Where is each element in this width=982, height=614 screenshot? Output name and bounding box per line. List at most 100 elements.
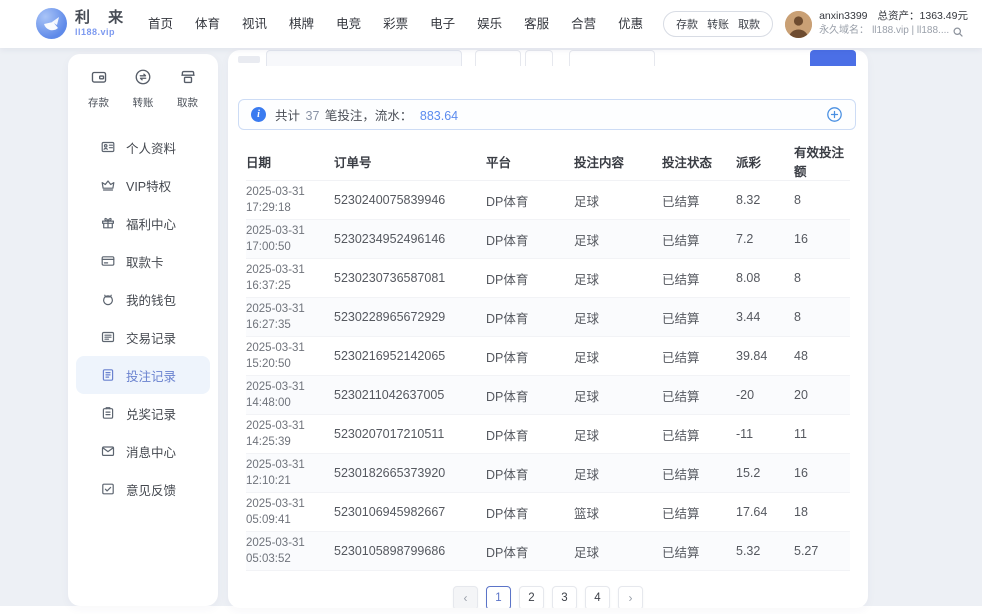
sidebar-item-意见反馈[interactable]: 意见反馈	[76, 470, 210, 508]
nav-item-合营[interactable]: 合营	[560, 0, 607, 48]
cell-valid: 11	[794, 415, 850, 454]
main-nav-menu: 首页体育视讯棋牌电竞彩票电子娱乐客服合营优惠APP	[137, 0, 701, 48]
nav-item-客服[interactable]: 客服	[513, 0, 560, 48]
username: anxin3399	[819, 10, 867, 22]
cell-order: 5230105898799686	[334, 532, 486, 571]
search-button[interactable]	[810, 50, 856, 66]
deposit-icon	[90, 68, 108, 91]
table-row: 2025-03-3116:27:35 5230228965672929 DP体育…	[246, 298, 850, 337]
cell-order: 5230230736587081	[334, 259, 486, 298]
cell-status: 已结算	[662, 181, 736, 220]
quick-action-取款[interactable]: 取款	[738, 16, 760, 32]
page-button-4[interactable]: 4	[585, 586, 610, 608]
date-range-input[interactable]	[266, 50, 462, 66]
user-box[interactable]: anxin3399总资产：1363.49元 永久域名：ll188.vip | l…	[785, 9, 968, 39]
shortcut-转账[interactable]: 转账	[133, 68, 154, 110]
cell-valid: 5.27	[794, 532, 850, 571]
table-row: 2025-03-3114:48:00 5230211042637005 DP体育…	[246, 376, 850, 415]
page-button-2[interactable]: 2	[519, 586, 544, 608]
filter-preset-button-3[interactable]	[569, 50, 655, 66]
page-button-1[interactable]: 1	[486, 586, 511, 608]
page-button-3[interactable]: 3	[552, 586, 577, 608]
sidebar-item-消息中心[interactable]: 消息中心	[76, 432, 210, 470]
logo-icon	[36, 8, 67, 39]
cell-content: 篮球	[574, 493, 662, 532]
logo-domain: ll188.vip	[75, 28, 130, 37]
next-page-button[interactable]: ›	[618, 586, 643, 608]
cell-platform: DP体育	[486, 454, 574, 493]
cell-valid: 20	[794, 376, 850, 415]
shortcut-取款[interactable]: 取款	[177, 68, 198, 110]
bet-records-icon	[100, 367, 116, 383]
bet-records-panel: i 共计 37 笔投注，流水： 883.64 日期订单号平台投注内容投注状态派彩…	[228, 50, 868, 608]
summary-text: 共计 37 笔投注，流水： 883.64	[275, 105, 458, 124]
nav-item-优惠[interactable]: 优惠	[607, 0, 654, 48]
nav-item-体育[interactable]: 体育	[184, 0, 231, 48]
assets-label: 总资产：	[878, 10, 920, 22]
wallet-icon	[100, 291, 116, 307]
cell-date: 2025-03-3116:37:25	[246, 259, 334, 298]
cell-status: 已结算	[662, 220, 736, 259]
nav-item-电竞[interactable]: 电竞	[325, 0, 372, 48]
bet-count: 37	[304, 109, 322, 123]
sidebar-shortcuts: 存款 转账 取款	[68, 68, 218, 110]
sidebar-item-个人资料[interactable]: 个人资料	[76, 128, 210, 166]
cell-content: 足球	[574, 181, 662, 220]
table-row: 2025-03-3105:09:41 5230106945982667 DP体育…	[246, 493, 850, 532]
filter-preset-button-2[interactable]	[525, 50, 553, 66]
avatar[interactable]	[785, 11, 812, 38]
sidebar-item-投注记录[interactable]: 投注记录	[76, 356, 210, 394]
nav-item-视讯[interactable]: 视讯	[231, 0, 278, 48]
profile-icon	[100, 139, 116, 155]
cell-payout: -20	[736, 376, 794, 415]
nav-item-彩票[interactable]: 彩票	[372, 0, 419, 48]
column-header-订单号: 订单号	[334, 142, 486, 181]
top-navbar: 利 来 ll188.vip 首页体育视讯棋牌电竞彩票电子娱乐客服合营优惠APP …	[0, 0, 982, 48]
nav-item-棋牌[interactable]: 棋牌	[278, 0, 325, 48]
cell-date: 2025-03-3117:00:50	[246, 220, 334, 259]
table-row: 2025-03-3112:10:21 5230182665373920 DP体育…	[246, 454, 850, 493]
quick-action-转账[interactable]: 转账	[707, 16, 729, 32]
sidebar-item-福利中心[interactable]: 福利中心	[76, 204, 210, 242]
quick-action-存款[interactable]: 存款	[676, 16, 698, 32]
cell-content: 足球	[574, 337, 662, 376]
cell-order: 5230211042637005	[334, 376, 486, 415]
cell-order: 5230240075839946	[334, 181, 486, 220]
cell-payout: 3.44	[736, 298, 794, 337]
pagination: ‹ 1234 ›	[228, 586, 868, 608]
table-row: 2025-03-3114:25:39 5230207017210511 DP体育…	[246, 415, 850, 454]
cell-date: 2025-03-3105:03:52	[246, 532, 334, 571]
prev-page-button[interactable]: ‹	[453, 586, 478, 608]
cell-status: 已结算	[662, 298, 736, 337]
filter-label-fragment	[238, 56, 260, 63]
cell-valid: 18	[794, 493, 850, 532]
message-icon	[100, 443, 116, 459]
perm-domain-value: ll188.vip | ll188....	[872, 24, 949, 39]
turnover-value: 883.64	[416, 109, 458, 123]
nav-item-电子[interactable]: 电子	[419, 0, 466, 48]
cell-date: 2025-03-3116:27:35	[246, 298, 334, 337]
nav-item-首页[interactable]: 首页	[137, 0, 184, 48]
sidebar-item-交易记录[interactable]: 交易记录	[76, 318, 210, 356]
sidebar-item-兑奖记录[interactable]: 兑奖记录	[76, 394, 210, 432]
nav-item-娱乐[interactable]: 娱乐	[466, 0, 513, 48]
sidebar-item-我的钱包[interactable]: 我的钱包	[76, 280, 210, 318]
sidebar-item-VIP特权[interactable]: VIP特权	[76, 166, 210, 204]
cell-status: 已结算	[662, 376, 736, 415]
cell-payout: 7.2	[736, 220, 794, 259]
shortcut-存款[interactable]: 存款	[88, 68, 109, 110]
cell-date: 2025-03-3117:29:18	[246, 181, 334, 220]
cell-status: 已结算	[662, 493, 736, 532]
vip-crown-icon	[100, 177, 116, 193]
column-header-日期: 日期	[246, 142, 334, 181]
column-header-投注内容: 投注内容	[574, 142, 662, 181]
logo-title: 利 来	[75, 10, 130, 25]
site-logo[interactable]: 利 来 ll188.vip	[36, 8, 130, 39]
sidebar-item-取款卡[interactable]: 取款卡	[76, 242, 210, 280]
cell-order: 5230216952142065	[334, 337, 486, 376]
filter-preset-button-1[interactable]	[475, 50, 521, 66]
cell-date: 2025-03-3114:48:00	[246, 376, 334, 415]
search-icon[interactable]	[952, 26, 964, 38]
plus-circle-icon[interactable]	[826, 106, 843, 123]
filter-row	[228, 50, 868, 66]
